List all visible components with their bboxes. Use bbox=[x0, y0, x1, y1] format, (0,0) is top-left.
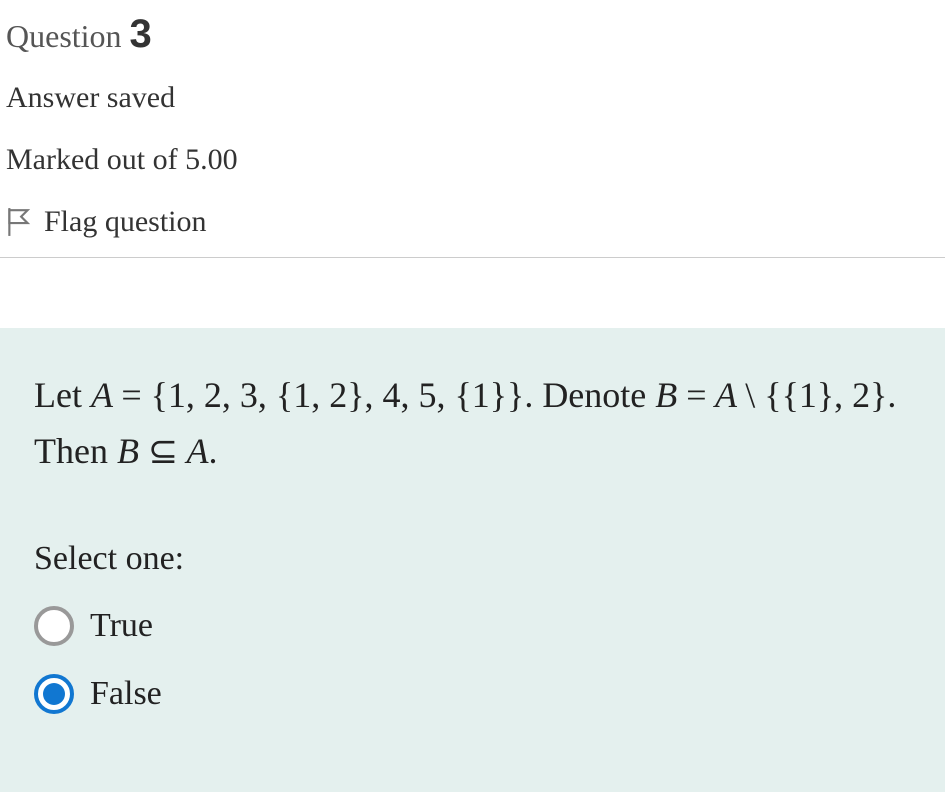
option-true[interactable]: True bbox=[34, 606, 911, 646]
question-text: Let A = {1, 2, 3, {1, 2}, 4, 5, {1}}. De… bbox=[34, 368, 911, 480]
question-title: Question 3 bbox=[6, 12, 939, 57]
radio-true[interactable] bbox=[34, 606, 74, 646]
flag-question-link[interactable]: Flag question bbox=[6, 205, 939, 239]
qtext-suffix: . bbox=[209, 431, 218, 471]
qtext-prefix: Let bbox=[34, 375, 91, 415]
radio-false[interactable] bbox=[34, 674, 74, 714]
question-body: Let A = {1, 2, 3, {1, 2}, 4, 5, {1}}. De… bbox=[0, 328, 945, 792]
math-conclusion: B ⊆ A bbox=[117, 431, 209, 471]
option-false[interactable]: False bbox=[34, 674, 911, 714]
math-set-A: A = {1, 2, 3, {1, 2}, 4, 5, {1}} bbox=[91, 375, 524, 415]
question-number: 3 bbox=[130, 12, 152, 56]
flag-question-label: Flag question bbox=[44, 205, 207, 239]
question-header: Question 3 Answer saved Marked out of 5.… bbox=[0, 0, 945, 258]
option-false-label: False bbox=[90, 675, 162, 713]
answer-status: Answer saved bbox=[6, 81, 939, 115]
marked-out-of: Marked out of 5.00 bbox=[6, 143, 939, 177]
flag-icon bbox=[6, 207, 32, 237]
select-one-prompt: Select one: bbox=[34, 540, 911, 578]
qtext-mid1: . Denote bbox=[524, 375, 655, 415]
math-set-B: B = A \ {{1}, 2} bbox=[655, 375, 887, 415]
question-label: Question bbox=[6, 18, 122, 54]
option-true-label: True bbox=[90, 607, 153, 645]
